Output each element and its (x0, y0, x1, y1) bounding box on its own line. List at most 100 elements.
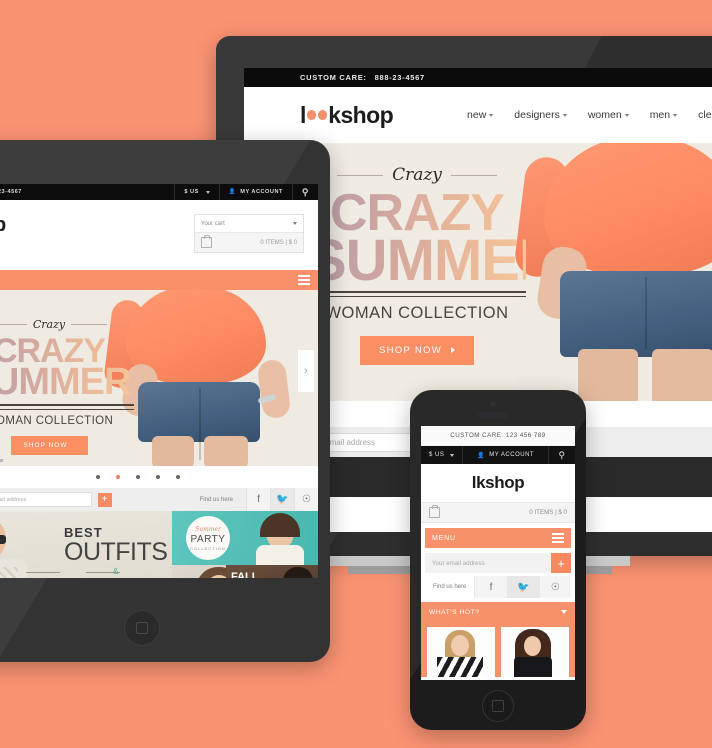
hero-shop-now-button[interactable]: SHOP NOW (359, 335, 474, 365)
tablet-home-button[interactable] (124, 610, 160, 646)
cart-title: Your cart (201, 220, 225, 227)
chevron-down-icon (673, 113, 678, 117)
logo-post: kshop (476, 473, 525, 492)
hero-script: Crazy (0, 318, 134, 331)
my-account-link[interactable]: 👤 MY ACCOUNT (218, 184, 292, 200)
nav-item-men[interactable]: men (650, 109, 678, 121)
bag-icon (429, 505, 440, 518)
bag-icon (201, 235, 212, 248)
nav-item-women[interactable]: women (588, 109, 629, 121)
chevron-down-icon (561, 610, 567, 614)
model-photo (276, 567, 318, 578)
pinterest-icon[interactable]: ☉ (294, 488, 318, 511)
carousel-dot[interactable] (96, 475, 100, 479)
hero-subtitle: WOMAN COLLECTION (0, 414, 114, 427)
pinterest-icon[interactable]: ☉ (538, 576, 572, 598)
user-icon: 👤 (228, 189, 237, 195)
promo-ampersand: & (25, 567, 167, 576)
cart-summary: 0 ITEMS | $ 0 (529, 509, 567, 516)
phone-device: CUSTOM CARE: 123 456 789 $ US 👤 MY ACCOU… (410, 390, 586, 730)
model-photo (0, 517, 32, 578)
site-logo[interactable]: l kshop (300, 101, 394, 129)
tablet-carousel-dots[interactable] (0, 466, 318, 488)
promo-best-sellers[interactable]: BEST SELLERS (172, 565, 226, 578)
logo-dots-icon (306, 110, 328, 120)
hero-shop-now-button[interactable]: SHOP NOW (10, 435, 88, 455)
search-icon: ⚲ (301, 186, 309, 197)
tablet-menu-bar[interactable]: U (0, 270, 318, 290)
find-us-label: Find us here (433, 584, 467, 590)
chevron-down-icon (624, 113, 629, 117)
chevron-down-icon (293, 222, 297, 225)
site-logo[interactable]: l kshop (472, 473, 525, 493)
phone-logo-area: l kshop (421, 464, 575, 502)
phone-whats-hot-header[interactable]: WHAT'S HOT? (421, 602, 575, 622)
phone-cart-bar[interactable]: 0 ITEMS | $ 0 (421, 502, 575, 523)
currency-selector[interactable]: $ US (174, 184, 218, 200)
responsive-showcase: CUSTOM CARE: 888-23-4567 l kshop new des… (0, 0, 712, 748)
model-photo (248, 513, 312, 565)
twitter-icon[interactable]: 🐦 (270, 488, 294, 511)
hero-model-image (102, 290, 304, 466)
badge-script: Summer (195, 525, 221, 533)
cart-summary: 0 ITEMS | $ 0 (260, 239, 297, 246)
search-button[interactable]: ⚲ (291, 184, 318, 200)
cart-widget[interactable]: Your cart 0 ITEMS | $ 0 (194, 214, 304, 253)
nav-item-designers[interactable]: designers (514, 109, 567, 121)
facebook-icon[interactable]: f (474, 576, 507, 598)
product-thumbnail[interactable] (427, 627, 495, 677)
hero-line-2: SUMMER (0, 363, 134, 401)
hamburger-icon[interactable] (552, 533, 564, 543)
carousel-dot[interactable] (156, 475, 160, 479)
newsletter-submit-button[interactable]: + (97, 492, 112, 507)
twitter-icon[interactable]: 🐦 (506, 576, 539, 598)
carousel-dot-active[interactable] (116, 475, 120, 479)
product-thumbnail[interactable] (501, 627, 569, 677)
currency-selector[interactable]: $ US (421, 452, 462, 458)
carousel-dot[interactable] (176, 475, 180, 479)
chevron-down-icon (489, 113, 494, 117)
promo-party-collection[interactable]: Summer PARTY COLLECTION (172, 511, 318, 565)
my-account-link[interactable]: 👤 MY ACCOUNT (462, 446, 549, 464)
hero-copy: Crazy CRAZY SUMMER WOMAN COLLECTION SHOP… (308, 165, 561, 365)
earpiece-speaker (478, 412, 508, 418)
search-icon: ⚲ (558, 449, 566, 460)
newsletter-email-input[interactable]: Your email address (425, 560, 551, 567)
carousel-dot[interactable] (136, 475, 140, 479)
tablet-screen: ARE: 888-23-4567 $ US 👤MY ACCOUNT ⚲ shop (0, 184, 318, 578)
tablet-device: ARE: 888-23-4567 $ US 👤MY ACCOUNT ⚲ shop (0, 140, 330, 662)
scrollbar-thumb[interactable] (0, 459, 3, 462)
front-camera-icon (490, 401, 496, 407)
chevron-down-icon (450, 453, 455, 457)
promo-outfits-looks[interactable]: BEST OUTFITS & LOOKS (0, 511, 172, 578)
tablet-promo-tiles: BEST OUTFITS & LOOKS Summer PARTY (0, 511, 318, 578)
carousel-next-button[interactable]: › (298, 350, 314, 392)
phone-social-bar: Find us here f 🐦 ☉ (425, 576, 572, 598)
hero-copy: Crazy CRAZY SUMMER WOMAN COLLECTION SHOP… (0, 318, 134, 455)
nav-item-new[interactable]: new (467, 109, 494, 121)
hero-script: Crazy (308, 165, 526, 185)
phone-newsletter: Your email address + (425, 553, 571, 573)
site-logo[interactable]: shop (0, 214, 6, 237)
model-photo (190, 567, 226, 578)
search-button[interactable]: ⚲ (549, 450, 575, 461)
phone-custom-care: CUSTOM CARE: 123 456 789 (421, 426, 575, 446)
badge-title: PARTY (190, 533, 226, 545)
logo-pre: l (300, 101, 306, 128)
promo-line-1: OUTFITS (64, 538, 168, 566)
newsletter-submit-button[interactable]: + (551, 553, 571, 573)
promo-badge: Summer PARTY COLLECTION (186, 516, 230, 560)
desktop-header: l kshop new designers women men clear (244, 87, 712, 143)
facebook-icon[interactable]: f (246, 488, 270, 511)
phone-home-button[interactable] (482, 690, 514, 722)
promo-fall-leather[interactable]: FALL LEATHER SHOP NOW (226, 565, 318, 578)
promo-line-1: FALL (231, 571, 259, 578)
hamburger-icon[interactable] (298, 275, 310, 285)
chevron-down-icon (562, 113, 567, 117)
newsletter-email-input[interactable]: Your email address (0, 492, 92, 507)
nav-item-clearance[interactable]: clear (698, 109, 712, 121)
phone-menu-bar[interactable]: MENU (425, 528, 571, 548)
custom-care-phone: 888-23-4567 (0, 189, 22, 195)
tablet-topbar: ARE: 888-23-4567 $ US 👤MY ACCOUNT ⚲ (0, 184, 318, 200)
section-title: WHAT'S HOT? (429, 608, 480, 616)
